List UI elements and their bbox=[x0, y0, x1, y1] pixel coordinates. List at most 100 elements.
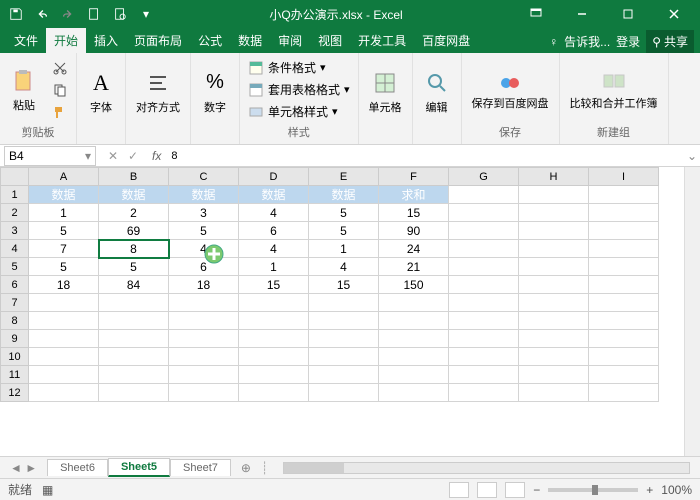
cell[interactable] bbox=[29, 366, 99, 384]
column-header[interactable]: I bbox=[589, 168, 659, 186]
column-header[interactable]: G bbox=[449, 168, 519, 186]
row-header[interactable]: 4 bbox=[1, 240, 29, 258]
cell[interactable] bbox=[519, 186, 589, 204]
cell[interactable] bbox=[99, 366, 169, 384]
cell-style-button[interactable]: 单元格样式 ▾ bbox=[244, 102, 354, 122]
cell[interactable] bbox=[449, 222, 519, 240]
cell[interactable] bbox=[589, 384, 659, 402]
row-header[interactable]: 8 bbox=[1, 312, 29, 330]
tab-data[interactable]: 数据 bbox=[230, 28, 270, 53]
format-painter-button[interactable] bbox=[48, 102, 72, 122]
cell[interactable] bbox=[519, 294, 589, 312]
preview-icon[interactable] bbox=[108, 3, 132, 25]
table-format-button[interactable]: 套用表格格式 ▾ bbox=[244, 80, 354, 100]
cell[interactable] bbox=[449, 312, 519, 330]
cell[interactable]: 6 bbox=[239, 222, 309, 240]
cell[interactable] bbox=[169, 384, 239, 402]
cell[interactable]: 数据 bbox=[29, 186, 99, 204]
row-header[interactable]: 6 bbox=[1, 276, 29, 294]
cell[interactable] bbox=[449, 258, 519, 276]
column-header[interactable]: F bbox=[379, 168, 449, 186]
cell[interactable]: 1 bbox=[309, 240, 379, 258]
paste-button[interactable]: 粘贴 bbox=[4, 65, 44, 115]
cell[interactable] bbox=[589, 366, 659, 384]
view-normal-button[interactable] bbox=[449, 482, 469, 498]
cell[interactable] bbox=[309, 294, 379, 312]
new-icon[interactable] bbox=[82, 3, 106, 25]
cell[interactable] bbox=[589, 222, 659, 240]
cell[interactable] bbox=[589, 312, 659, 330]
column-header[interactable]: B bbox=[99, 168, 169, 186]
redo-icon[interactable] bbox=[56, 3, 80, 25]
cell[interactable] bbox=[589, 240, 659, 258]
cell[interactable] bbox=[449, 276, 519, 294]
row-header[interactable]: 9 bbox=[1, 330, 29, 348]
cell[interactable] bbox=[309, 330, 379, 348]
cell[interactable] bbox=[29, 330, 99, 348]
cell[interactable]: 5 bbox=[29, 258, 99, 276]
cell[interactable]: 69 bbox=[99, 222, 169, 240]
cells-button[interactable]: 单元格 bbox=[363, 67, 408, 117]
cell[interactable] bbox=[169, 330, 239, 348]
cancel-icon[interactable]: ✕ bbox=[104, 149, 122, 163]
cell[interactable] bbox=[449, 186, 519, 204]
cell[interactable] bbox=[169, 312, 239, 330]
cell[interactable] bbox=[239, 312, 309, 330]
cell[interactable]: 84 bbox=[99, 276, 169, 294]
cell[interactable] bbox=[449, 384, 519, 402]
horizontal-scrollbar[interactable] bbox=[283, 462, 690, 474]
tab-dev[interactable]: 开发工具 bbox=[350, 28, 414, 53]
column-header[interactable]: H bbox=[519, 168, 589, 186]
qat-more-icon[interactable]: ▾ bbox=[134, 3, 158, 25]
cell[interactable]: 90 bbox=[379, 222, 449, 240]
row-header[interactable]: 3 bbox=[1, 222, 29, 240]
cell[interactable] bbox=[29, 312, 99, 330]
cell[interactable]: 5 bbox=[309, 204, 379, 222]
minimize-icon[interactable] bbox=[560, 0, 604, 28]
cell[interactable] bbox=[449, 366, 519, 384]
cell[interactable] bbox=[169, 366, 239, 384]
cell[interactable]: 5 bbox=[309, 222, 379, 240]
macro-record-icon[interactable]: ▦ bbox=[42, 483, 53, 497]
tab-layout[interactable]: 页面布局 bbox=[126, 28, 190, 53]
column-header[interactable]: C bbox=[169, 168, 239, 186]
formula-expand-icon[interactable]: ⌄ bbox=[684, 149, 700, 163]
cell[interactable] bbox=[169, 348, 239, 366]
sheet-tab[interactable]: Sheet6 bbox=[47, 459, 108, 476]
cell[interactable]: 数据 bbox=[169, 186, 239, 204]
zoom-in-button[interactable]: + bbox=[646, 483, 653, 497]
edit-button[interactable]: 编辑 bbox=[417, 67, 457, 117]
cell[interactable] bbox=[379, 366, 449, 384]
font-button[interactable]: A字体 bbox=[81, 67, 121, 117]
cell[interactable] bbox=[239, 330, 309, 348]
cell[interactable]: 5 bbox=[29, 222, 99, 240]
cell[interactable]: 15 bbox=[379, 204, 449, 222]
vertical-scrollbar[interactable] bbox=[684, 167, 700, 456]
cell[interactable] bbox=[379, 348, 449, 366]
compare-merge-button[interactable]: 比较和合并工作簿 bbox=[564, 66, 664, 112]
zoom-level[interactable]: 100% bbox=[661, 483, 692, 497]
cell[interactable]: 21 bbox=[379, 258, 449, 276]
cell[interactable] bbox=[519, 258, 589, 276]
cell[interactable]: 15 bbox=[239, 276, 309, 294]
cell[interactable] bbox=[99, 294, 169, 312]
sheet-nav[interactable]: ◄ ► bbox=[0, 461, 47, 475]
zoom-out-button[interactable]: − bbox=[533, 483, 540, 497]
cell[interactable] bbox=[239, 384, 309, 402]
cond-format-button[interactable]: 条件格式 ▾ bbox=[244, 58, 354, 78]
cell[interactable] bbox=[519, 330, 589, 348]
cell[interactable]: 3 bbox=[169, 204, 239, 222]
cell[interactable]: 24 bbox=[379, 240, 449, 258]
cell[interactable]: 2 bbox=[99, 204, 169, 222]
cell[interactable] bbox=[449, 204, 519, 222]
cell[interactable]: 4 bbox=[239, 240, 309, 258]
cell[interactable] bbox=[239, 366, 309, 384]
enter-icon[interactable]: ✓ bbox=[124, 149, 142, 163]
cell[interactable]: 4 bbox=[169, 240, 239, 258]
align-button[interactable]: 对齐方式 bbox=[130, 67, 186, 117]
cell[interactable] bbox=[309, 348, 379, 366]
cell[interactable]: 5 bbox=[169, 222, 239, 240]
cell[interactable]: 数据 bbox=[99, 186, 169, 204]
cell[interactable] bbox=[589, 330, 659, 348]
formula-input[interactable]: 8 bbox=[167, 150, 684, 162]
